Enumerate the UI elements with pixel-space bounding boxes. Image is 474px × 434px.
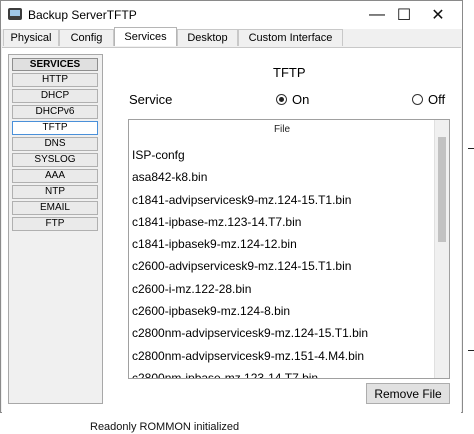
service-off-label[interactable]: Off [428,92,445,107]
service-dhcp-button[interactable]: DHCP [12,89,98,103]
close-button[interactable]: ✕ [421,1,455,29]
background-status-text: Readonly ROMMON initialized [90,421,240,433]
service-dhcpv6-button[interactable]: DHCPv6 [12,105,98,119]
file-item[interactable]: c2800nm-advipservicesk9-mz.151-4.M4.bin [132,345,432,367]
file-list-scrollbar[interactable] [434,120,449,378]
file-item[interactable]: c2800nm-ipbase-mz.123-14.T7.bin [132,367,432,378]
file-item[interactable]: c1841-ipbase-mz.123-14.T7.bin [132,211,432,233]
background-line [468,148,474,149]
tab-services[interactable]: Services [114,27,177,46]
service-email-button[interactable]: EMAIL [12,201,98,215]
service-on-radio[interactable] [276,94,287,105]
tab-config[interactable]: Config [59,29,114,46]
service-off-radio[interactable] [412,94,423,105]
remove-file-button[interactable]: Remove File [366,383,450,404]
maximize-button[interactable]: ☐ [387,1,421,29]
file-item[interactable]: ISP-confg [132,144,432,166]
file-list-scroll-thumb[interactable] [438,137,446,242]
service-on-label[interactable]: On [292,92,309,107]
file-item[interactable]: c2600-ipbasek9-mz.124-8.bin [132,300,432,322]
file-item[interactable]: c2600-i-mz.122-28.bin [132,278,432,300]
services-header: SERVICES [12,58,98,71]
service-ftp-button[interactable]: FTP [12,217,98,231]
file-list-box: File ISP-confg asa842-k8.bin c1841-advip… [128,119,450,379]
service-http-button[interactable]: HTTP [12,73,98,87]
file-column-header[interactable]: File [129,124,435,135]
service-tftp-button[interactable]: TFTP [12,121,98,135]
tab-physical[interactable]: Physical [3,29,59,46]
file-item[interactable]: c1841-advipservicesk9-mz.124-15.T1.bin [132,189,432,211]
tab-desktop[interactable]: Desktop [177,29,238,46]
window-title: Backup ServerTFTP [28,8,137,22]
app-icon [8,8,22,20]
service-ntp-button[interactable]: NTP [12,185,98,199]
file-item[interactable]: c1841-ipbasek9-mz.124-12.bin [132,233,432,255]
service-aaa-button[interactable]: AAA [12,169,98,183]
service-dns-button[interactable]: DNS [12,137,98,151]
title-bar[interactable]: Backup ServerTFTP — ☐ ✕ [1,1,462,29]
panel-title: TFTP [273,65,306,80]
tab-custom-interface[interactable]: Custom Interface [238,29,343,46]
backup-server-window: Backup ServerTFTP — ☐ ✕ Physical Config … [0,0,463,413]
background-line [468,350,474,351]
file-item[interactable]: asa842-k8.bin [132,166,432,188]
service-label: Service [129,92,173,107]
file-list: ISP-confg asa842-k8.bin c1841-advipservi… [132,144,432,378]
file-item[interactable]: c2800nm-advipservicesk9-mz.124-15.T1.bin [132,322,432,344]
file-item[interactable]: c2600-advipservicesk9-mz.124-15.T1.bin [132,255,432,277]
service-syslog-button[interactable]: SYSLOG [12,153,98,167]
